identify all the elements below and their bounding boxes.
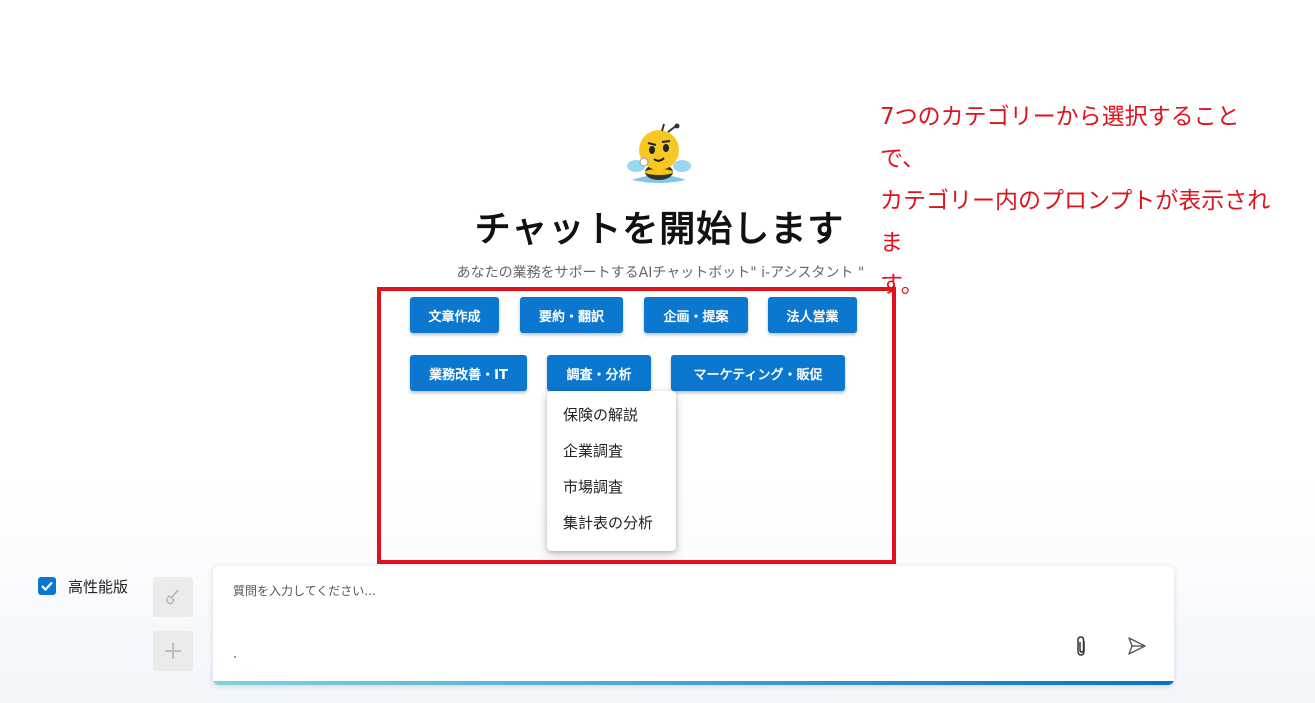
paperclip-icon [1077, 636, 1085, 656]
chat-input-accent-bar [213, 681, 1174, 685]
send-icon [1128, 637, 1146, 655]
annotation-note: 7つのカテゴリーから選択することで、 カテゴリー内のプロンプトが表示されま す。 [880, 104, 1271, 298]
category-prompt-menu: 保険の解説 企業調査 市場調査 集計表の分析 [547, 391, 676, 551]
category-button-writing[interactable]: 文章作成 [410, 297, 499, 333]
attach-file-button[interactable] [1067, 632, 1095, 660]
category-button-research-analysis[interactable]: 調査・分析 [547, 355, 651, 391]
chat-question-input[interactable] [233, 582, 1053, 652]
category-button-planning-proposal[interactable]: 企画・提案 [644, 297, 748, 333]
category-button-business-it[interactable]: 業務改善・IT [410, 355, 527, 391]
high-performance-label: 高性能版 [68, 578, 129, 596]
prompt-item-tabulation-analysis[interactable]: 集計表の分析 [547, 505, 676, 541]
chat-start-page: チャットを開始します あなたの業務をサポートするAIチャットボット" i-アシス… [0, 0, 1315, 703]
prompt-item-market-research[interactable]: 市場調査 [547, 469, 676, 505]
clear-chat-button[interactable] [153, 577, 193, 617]
prompt-item-insurance-explanation[interactable]: 保険の解説 [547, 397, 676, 433]
new-chat-button[interactable] [153, 631, 193, 671]
category-button-summarize-translate[interactable]: 要約・翻訳 [520, 297, 623, 333]
bee-mascot-avatar [624, 122, 694, 186]
high-performance-checkbox[interactable] [38, 577, 56, 595]
broom-icon [166, 589, 179, 605]
send-message-button[interactable] [1123, 632, 1151, 660]
chat-input-container [213, 566, 1174, 685]
prompt-item-company-research[interactable]: 企業調査 [547, 433, 676, 469]
check-icon [41, 581, 53, 592]
category-button-marketing-promotion[interactable]: マーケティング・販促 [671, 355, 845, 391]
category-button-corporate-sales[interactable]: 法人営業 [768, 297, 857, 333]
input-caret-marker [234, 656, 236, 658]
plus-icon [165, 643, 181, 659]
